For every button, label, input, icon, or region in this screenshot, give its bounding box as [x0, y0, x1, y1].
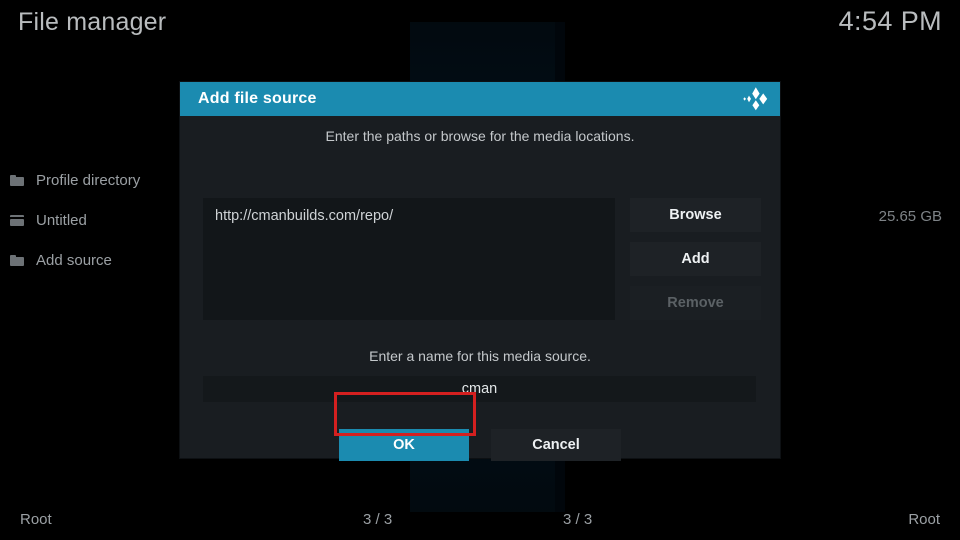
- add-button[interactable]: Add: [630, 242, 761, 276]
- kodi-logo-icon: [742, 86, 770, 112]
- disk-free-label: 25.65 GB: [878, 208, 942, 225]
- name-hint: Enter a name for this media source.: [369, 348, 591, 364]
- file-list-left: Profile directory Untitled Add source: [0, 160, 200, 280]
- list-item[interactable]: Profile directory: [0, 160, 200, 200]
- dialog-body: Enter the paths or browse for the media …: [180, 116, 780, 461]
- paths-hint: Enter the paths or browse for the media …: [325, 128, 635, 144]
- remove-button: Remove: [630, 286, 761, 320]
- folder-icon: [10, 254, 24, 266]
- path-list-item[interactable]: http://cmanbuilds.com/repo/: [215, 208, 603, 224]
- paths-row: http://cmanbuilds.com/repo/ Browse Add R…: [203, 198, 761, 320]
- status-left-count: 3 / 3: [363, 510, 393, 528]
- add-file-source-dialog: Add file source Enter the paths or brows…: [180, 82, 780, 461]
- dialog-header: Add file source: [180, 82, 780, 116]
- list-item[interactable]: Untitled: [0, 200, 200, 240]
- list-item[interactable]: Add source: [0, 240, 200, 280]
- dialog-action-row: OK Cancel: [180, 429, 780, 461]
- cancel-button[interactable]: Cancel: [491, 429, 621, 461]
- list-item-label: Add source: [36, 251, 112, 269]
- paths-side-buttons: Browse Add Remove: [630, 198, 761, 320]
- status-right-count: 3 / 3: [563, 510, 593, 528]
- ok-button[interactable]: OK: [339, 429, 469, 461]
- page-title: File manager: [18, 8, 167, 36]
- paths-list[interactable]: http://cmanbuilds.com/repo/: [203, 198, 615, 320]
- folder-open-icon: [10, 214, 24, 226]
- browse-button[interactable]: Browse: [630, 198, 761, 232]
- clock: 4:54 PM: [838, 6, 942, 36]
- folder-icon: [10, 174, 24, 186]
- list-item-label: Untitled: [36, 211, 87, 229]
- list-item-label: Profile directory: [36, 171, 141, 189]
- status-left-path: Root: [20, 510, 52, 528]
- dialog-title: Add file source: [198, 90, 317, 107]
- media-source-name-input[interactable]: cman: [203, 376, 756, 402]
- status-right-path: Root: [908, 510, 940, 528]
- status-bar: Root 3 / 3 3 / 3 Root: [0, 498, 960, 540]
